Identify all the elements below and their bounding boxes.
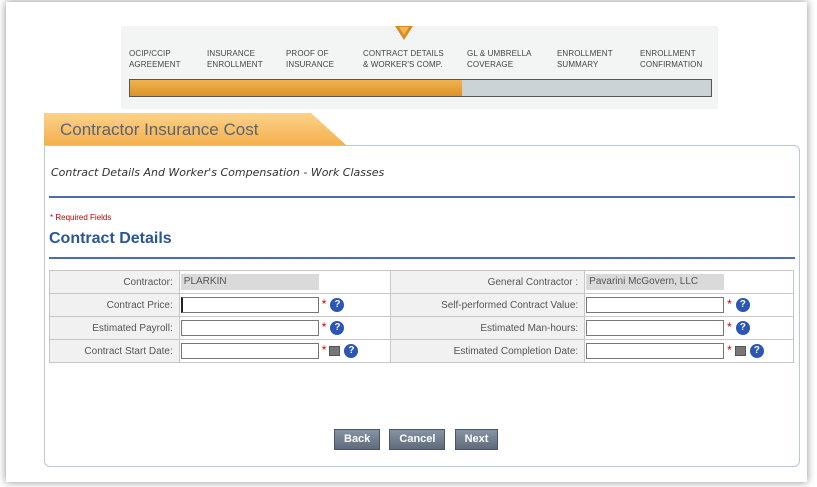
required-marker: * bbox=[727, 343, 732, 357]
required-marker: * bbox=[321, 343, 327, 357]
contract-details-form: Contractor: PLARKIN General Contractor :… bbox=[49, 270, 794, 363]
step-label-line1: GL & UMBRELLA bbox=[467, 49, 532, 58]
step-insurance-enrollment[interactable]: INSURANCE ENROLLMENT bbox=[207, 48, 263, 70]
divider bbox=[49, 257, 795, 259]
progress-bar-fill bbox=[130, 80, 462, 96]
current-step-marker-icon bbox=[395, 26, 413, 40]
step-ocip-agreement[interactable]: OCIP/CCIP AGREEMENT bbox=[129, 48, 181, 70]
step-enrollment-confirmation[interactable]: ENROLLMENT CONFIRMATION bbox=[640, 48, 702, 70]
help-icon[interactable]: ? bbox=[330, 321, 345, 335]
step-label-line1: ENROLLMENT bbox=[557, 49, 613, 58]
window-frame: OCIP/CCIP AGREEMENT INSURANCE ENROLLMENT… bbox=[6, 2, 807, 482]
help-icon[interactable]: ? bbox=[344, 344, 359, 358]
contract-price-label: Contract Price: bbox=[49, 293, 180, 317]
step-label-line1: ENROLLMENT bbox=[640, 49, 696, 58]
general-contractor-value: Pavarini McGovern, LLC bbox=[586, 274, 725, 290]
step-label-line2: SUMMARY bbox=[557, 60, 599, 69]
step-label-line2: CONFIRMATION bbox=[640, 60, 703, 69]
step-enrollment-summary[interactable]: ENROLLMENT SUMMARY bbox=[557, 48, 613, 70]
step-label-line2: AGREEMENT bbox=[129, 60, 181, 69]
help-icon[interactable]: ? bbox=[749, 344, 764, 358]
step-gl-umbrella[interactable]: GL & UMBRELLA COVERAGE bbox=[467, 48, 532, 70]
estimated-payroll-cell: *? bbox=[178, 316, 391, 340]
help-icon[interactable]: ? bbox=[735, 321, 750, 335]
step-label-line2: ENROLLMENT bbox=[207, 60, 263, 69]
step-label-line2: INSURANCE bbox=[286, 60, 335, 69]
contractor-label: Contractor: bbox=[49, 270, 180, 294]
required-marker: * bbox=[321, 297, 327, 311]
self-performed-cell: *? bbox=[584, 293, 794, 317]
estimated-payroll-label: Estimated Payroll: bbox=[49, 316, 180, 340]
calendar-icon[interactable] bbox=[329, 346, 341, 356]
page-subtitle: Contract Details And Worker's Compensati… bbox=[51, 166, 385, 179]
content-panel: Contract Details And Worker's Compensati… bbox=[44, 145, 800, 467]
step-contract-details[interactable]: CONTRACT DETAILS & WORKER'S COMP. bbox=[363, 48, 444, 70]
form-row: Estimated Payroll: *? Estimated Man-hour… bbox=[49, 316, 794, 340]
estimated-manhours-label: Estimated Man-hours: bbox=[389, 316, 586, 340]
step-label-line1: INSURANCE bbox=[207, 49, 256, 58]
divider bbox=[49, 196, 795, 198]
required-fields-note: * Required Fields bbox=[50, 213, 112, 222]
required-marker: * bbox=[321, 320, 327, 334]
required-marker: * bbox=[727, 320, 732, 334]
step-label-line1: OCIP/CCIP bbox=[129, 49, 171, 58]
title-tab: Contractor Insurance Cost bbox=[44, 113, 304, 145]
completion-date-input[interactable] bbox=[586, 343, 725, 359]
back-button[interactable]: Back bbox=[334, 429, 381, 450]
form-row: Contract Price: *? Self-performed Contra… bbox=[49, 293, 794, 317]
contract-price-input[interactable] bbox=[180, 297, 319, 313]
estimated-manhours-input[interactable] bbox=[586, 320, 725, 336]
start-date-cell: *? bbox=[178, 339, 391, 363]
step-label-line2: COVERAGE bbox=[467, 60, 514, 69]
page-title: Contractor Insurance Cost bbox=[60, 120, 259, 139]
form-row: Contractor: PLARKIN General Contractor :… bbox=[49, 270, 794, 294]
form-row: Contract Start Date: *? Estimated Comple… bbox=[49, 339, 794, 363]
section-title: Contract Details bbox=[49, 230, 172, 247]
self-performed-input[interactable] bbox=[586, 297, 725, 313]
next-button[interactable]: Next bbox=[454, 429, 499, 450]
self-performed-label: Self-performed Contract Value: bbox=[389, 293, 586, 317]
completion-date-cell: *? bbox=[584, 339, 794, 363]
calendar-icon[interactable] bbox=[734, 346, 746, 356]
help-icon[interactable]: ? bbox=[330, 298, 345, 312]
general-contractor-cell: Pavarini McGovern, LLC bbox=[584, 270, 794, 294]
help-icon[interactable]: ? bbox=[735, 298, 750, 312]
completion-date-label: Estimated Completion Date: bbox=[389, 339, 586, 363]
cancel-button[interactable]: Cancel bbox=[389, 429, 446, 450]
contractor-value: PLARKIN bbox=[180, 274, 319, 290]
required-marker: * bbox=[727, 297, 732, 311]
general-contractor-label: General Contractor : bbox=[389, 270, 586, 294]
estimated-manhours-cell: *? bbox=[584, 316, 794, 340]
step-proof-of-insurance[interactable]: PROOF OF INSURANCE bbox=[286, 48, 334, 70]
contractor-cell: PLARKIN bbox=[178, 270, 391, 294]
estimated-payroll-input[interactable] bbox=[180, 320, 319, 336]
start-date-input[interactable] bbox=[180, 343, 319, 359]
step-label-line2: & WORKER'S COMP. bbox=[363, 60, 443, 69]
step-label-line1: CONTRACT DETAILS bbox=[363, 49, 444, 58]
progress-bar bbox=[129, 79, 712, 97]
contract-price-cell: *? bbox=[178, 293, 391, 317]
button-bar: Back Cancel Next bbox=[334, 427, 502, 450]
step-label-line1: PROOF OF bbox=[286, 49, 329, 58]
start-date-label: Contract Start Date: bbox=[49, 339, 180, 363]
progress-steps: OCIP/CCIP AGREEMENT INSURANCE ENROLLMENT… bbox=[121, 26, 718, 109]
